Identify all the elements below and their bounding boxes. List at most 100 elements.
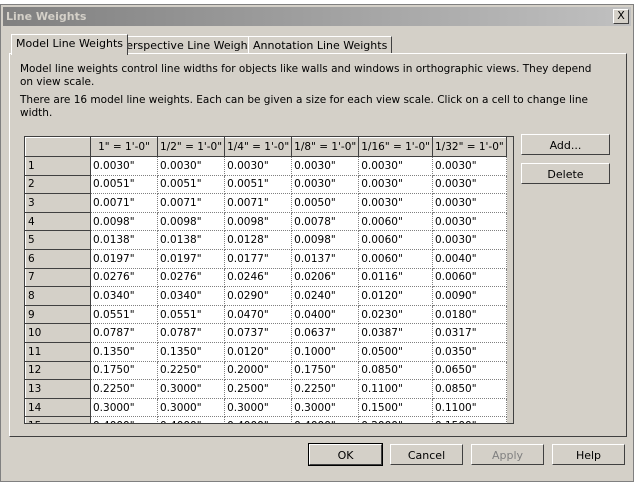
- weight-cell[interactable]: 0.0276": [90, 267, 158, 288]
- weight-cell[interactable]: 0.1100": [358, 379, 433, 399]
- weight-cell[interactable]: 0.0051": [224, 174, 293, 195]
- weight-cell[interactable]: 0.1500": [358, 397, 433, 418]
- weight-cell[interactable]: 0.0040": [431, 248, 507, 269]
- weight-cell[interactable]: 0.0120": [358, 286, 433, 306]
- weight-cell[interactable]: 0.0500": [358, 341, 433, 362]
- apply-button[interactable]: Apply: [471, 444, 544, 465]
- weight-cell[interactable]: 0.0138": [156, 230, 226, 250]
- add-button[interactable]: Add...: [521, 134, 610, 155]
- weight-cell[interactable]: 0.0637": [291, 323, 360, 343]
- weight-cell[interactable]: 0.0060": [358, 248, 433, 269]
- ok-button[interactable]: OK: [308, 443, 383, 466]
- weight-cell[interactable]: 0.0197": [90, 248, 158, 269]
- weight-cell[interactable]: 0.0030": [156, 156, 226, 176]
- weight-cell[interactable]: 0.0030": [291, 174, 360, 195]
- weight-cell[interactable]: 0.1750": [291, 360, 360, 381]
- weight-cell[interactable]: 0.0340": [90, 286, 158, 306]
- tab-perspective-line-weights[interactable]: Perspective Line Weights: [115, 36, 263, 54]
- help-button[interactable]: Help: [552, 444, 625, 465]
- weight-cell[interactable]: 0.0030": [431, 211, 507, 232]
- weight-cell[interactable]: 0.0030": [431, 174, 507, 195]
- weight-cell[interactable]: 0.3000": [90, 397, 158, 418]
- weight-cell[interactable]: 0.3000": [291, 397, 360, 418]
- weight-cell[interactable]: 0.4000": [156, 416, 226, 423]
- weight-cell[interactable]: 0.0030": [431, 193, 507, 213]
- weight-cell[interactable]: 0.2000": [358, 416, 433, 423]
- weight-cell[interactable]: 0.1100": [431, 397, 507, 418]
- weight-cell[interactable]: 0.3000": [156, 379, 226, 399]
- weight-cell[interactable]: 0.0078": [291, 211, 360, 232]
- weight-cell[interactable]: 0.0650": [431, 360, 507, 381]
- cancel-button[interactable]: Cancel: [390, 444, 463, 465]
- weight-cell[interactable]: 0.0030": [358, 193, 433, 213]
- weight-cell[interactable]: 0.0060": [431, 267, 507, 288]
- tab-model-line-weights[interactable]: Model Line Weights: [11, 34, 128, 55]
- weight-cell[interactable]: 0.2250": [156, 360, 226, 381]
- weight-cell[interactable]: 0.0240": [291, 286, 360, 306]
- weight-cell[interactable]: 0.2250": [90, 379, 158, 399]
- weight-cell[interactable]: 0.0230": [358, 304, 433, 325]
- weight-cell[interactable]: 0.0551": [156, 304, 226, 325]
- weight-cell[interactable]: 0.0098": [224, 211, 293, 232]
- weight-cell[interactable]: 0.0850": [358, 360, 433, 381]
- weight-cell[interactable]: 0.3000": [224, 397, 293, 418]
- scrollbar[interactable]: [507, 137, 513, 423]
- weight-cell[interactable]: 0.0071": [90, 193, 158, 213]
- weight-cell[interactable]: 0.0246": [224, 267, 293, 288]
- weight-cell[interactable]: 0.0071": [224, 193, 293, 213]
- weight-cell[interactable]: 0.0030": [431, 156, 507, 176]
- weight-cell[interactable]: 0.0350": [431, 341, 507, 362]
- weight-cell[interactable]: 0.0276": [156, 267, 226, 288]
- weight-cell[interactable]: 0.0128": [224, 230, 293, 250]
- weight-cell[interactable]: 0.0137": [291, 248, 360, 269]
- weight-cell[interactable]: 0.0737": [224, 323, 293, 343]
- weight-cell[interactable]: 0.3000": [156, 397, 226, 418]
- close-icon[interactable]: X: [613, 9, 629, 24]
- weight-cell[interactable]: 0.0030": [358, 156, 433, 176]
- weight-cell[interactable]: 0.0180": [431, 304, 507, 325]
- weight-cell[interactable]: 0.0098": [156, 211, 226, 232]
- weight-cell[interactable]: 0.0787": [156, 323, 226, 343]
- weight-cell[interactable]: 0.0090": [431, 286, 507, 306]
- weight-cell[interactable]: 0.0030": [224, 156, 293, 176]
- weight-cell[interactable]: 0.0850": [431, 379, 507, 399]
- weight-cell[interactable]: 0.4000": [224, 416, 293, 423]
- weight-cell[interactable]: 0.0030": [358, 174, 433, 195]
- weight-cell[interactable]: 0.0551": [90, 304, 158, 325]
- weight-cell[interactable]: 0.4000": [291, 416, 360, 423]
- weight-cell[interactable]: 0.2250": [291, 379, 360, 399]
- weight-cell[interactable]: 0.0177": [224, 248, 293, 269]
- weight-cell[interactable]: 0.0051": [90, 174, 158, 195]
- weight-cell[interactable]: 0.0317": [431, 323, 507, 343]
- weight-cell[interactable]: 0.0470": [224, 304, 293, 325]
- weight-cell[interactable]: 0.0030": [431, 230, 507, 250]
- weight-cell[interactable]: 0.0120": [224, 341, 293, 362]
- weight-cell[interactable]: 0.0051": [156, 174, 226, 195]
- weight-cell[interactable]: 0.0098": [291, 230, 360, 250]
- weight-cell[interactable]: 0.0197": [156, 248, 226, 269]
- weight-cell[interactable]: 0.0060": [358, 230, 433, 250]
- weight-cell[interactable]: 0.2000": [224, 360, 293, 381]
- tab-annotation-line-weights[interactable]: Annotation Line Weights: [248, 36, 393, 54]
- weight-cell[interactable]: 0.0138": [90, 230, 158, 250]
- weight-cell[interactable]: 0.0060": [358, 211, 433, 232]
- weight-cell[interactable]: 0.0400": [291, 304, 360, 325]
- weight-cell[interactable]: 0.0290": [224, 286, 293, 306]
- weight-cell[interactable]: 0.0387": [358, 323, 433, 343]
- weight-cell[interactable]: 0.0030": [291, 156, 360, 176]
- weight-cell[interactable]: 0.0116": [358, 267, 433, 288]
- weight-cell[interactable]: 0.1000": [291, 341, 360, 362]
- delete-button[interactable]: Delete: [521, 163, 610, 184]
- weight-cell[interactable]: 0.2500": [224, 379, 293, 399]
- weight-cell[interactable]: 0.4000": [90, 416, 158, 423]
- weight-cell[interactable]: 0.0787": [90, 323, 158, 343]
- weight-cell[interactable]: 0.0071": [156, 193, 226, 213]
- weight-cell[interactable]: 0.1350": [90, 341, 158, 362]
- weight-cell[interactable]: 0.0050": [291, 193, 360, 213]
- weight-cell[interactable]: 0.1750": [90, 360, 158, 381]
- weight-cell[interactable]: 0.0098": [90, 211, 158, 232]
- weight-cell[interactable]: 0.0030": [90, 156, 158, 176]
- weight-cell[interactable]: 0.1350": [156, 341, 226, 362]
- weight-cell[interactable]: 0.0340": [156, 286, 226, 306]
- weight-cell[interactable]: 0.0206": [291, 267, 360, 288]
